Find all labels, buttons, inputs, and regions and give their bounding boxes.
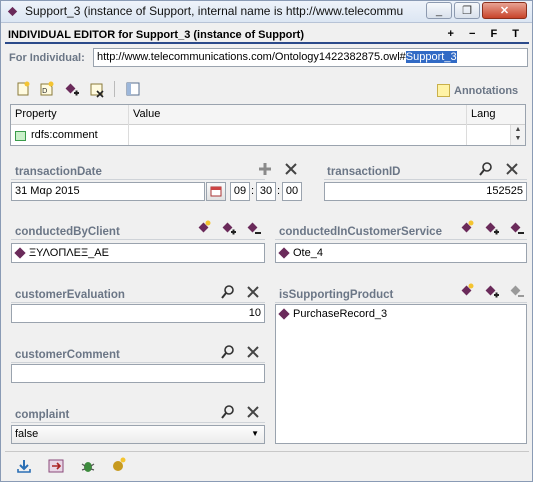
transaction-id-field[interactable]: 152525 (324, 182, 527, 201)
create-instance-multi-icon[interactable]: D (38, 80, 56, 98)
clear-icon[interactable] (245, 284, 261, 300)
column-header-lang[interactable]: Lang (471, 108, 495, 120)
note-icon (437, 84, 450, 97)
property-cell: rdfs:comment (31, 129, 98, 141)
for-individual-label: For Individual: (9, 52, 85, 64)
calendar-icon (210, 186, 222, 197)
search-icon[interactable] (478, 161, 494, 177)
add-icon[interactable] (484, 221, 500, 237)
list-item-label: Ote_4 (293, 247, 323, 259)
clear-icon[interactable] (245, 404, 261, 420)
divider (324, 179, 527, 180)
transaction-id-label: transactionID (327, 166, 401, 178)
list-item-label: ΞΥΛΟΠΛΕΞ_ΑΕ (29, 247, 109, 259)
create-instance-icon[interactable] (14, 80, 32, 98)
instance-icon (7, 6, 18, 17)
minute-field[interactable]: 30 (256, 182, 276, 201)
remove-icon[interactable] (246, 221, 262, 237)
individual-uri: http://www.telecommunications.com/Ontolo… (97, 51, 406, 63)
annotations-header: Annotations (437, 84, 518, 97)
instance-icon (14, 247, 26, 259)
window-title: Support_3 (instance of Support, internal… (25, 4, 404, 18)
divider (11, 422, 265, 423)
conducted-by-client-label: conductedByClient (15, 226, 120, 238)
remove-icon[interactable] (509, 284, 525, 300)
svg-text:D: D (42, 87, 47, 95)
title-bar: Support_3 (instance of Support, internal… (1, 1, 532, 23)
complaint-value: false (15, 428, 39, 440)
complaint-select[interactable]: false ▼ (11, 425, 265, 444)
add-instance-icon[interactable] (63, 81, 81, 99)
list-item[interactable]: ΞΥΛΟΠΛΕΞ_ΑΕ (14, 247, 109, 259)
second-field[interactable]: 00 (282, 182, 302, 201)
create-instance-icon[interactable] (196, 219, 212, 235)
clear-icon[interactable] (283, 161, 299, 177)
restore-button[interactable]: ❐ (454, 2, 480, 19)
close-button[interactable]: ✕ (482, 2, 527, 19)
split-view-icon[interactable] (124, 80, 142, 98)
divider (275, 302, 527, 303)
search-icon[interactable] (220, 404, 236, 420)
individual-name-selected: Support_3 (405, 51, 457, 63)
clear-icon[interactable] (504, 161, 520, 177)
time-separator: : (251, 185, 255, 197)
for-individual-field[interactable]: http://www.telecommunications.com/Ontolo… (93, 48, 528, 67)
export-icon[interactable] (16, 458, 32, 474)
is-supporting-product-label: isSupportingProduct (279, 289, 394, 301)
is-supporting-product-list[interactable]: PurchaseRecord_3 (275, 304, 527, 444)
hide-icon[interactable] (111, 456, 127, 472)
search-icon[interactable] (220, 284, 236, 300)
list-item[interactable]: Ote_4 (278, 247, 323, 259)
list-item[interactable]: PurchaseRecord_3 (278, 308, 388, 320)
add-icon[interactable] (221, 221, 237, 237)
table-header: Property Value Lang (11, 105, 525, 125)
individual-editor-window: Support_3 (instance of Support, internal… (0, 0, 533, 482)
customer-evaluation-field[interactable]: 10 (11, 304, 265, 323)
header-buttons[interactable]: + − F T (448, 28, 525, 40)
editor-title: INDIVIDUAL EDITOR for Support_3 (instanc… (8, 29, 304, 41)
annotations-label: Annotations (454, 84, 519, 97)
toolbar-divider (114, 81, 115, 97)
clear-icon[interactable] (245, 344, 261, 360)
remove-icon[interactable] (509, 221, 525, 237)
divider (11, 362, 265, 363)
transaction-date-field[interactable]: 31 Μαρ 2015 (11, 182, 205, 201)
column-header-value[interactable]: Value (133, 108, 160, 120)
time-separator: : (277, 185, 281, 197)
divider (11, 179, 265, 180)
divider (11, 239, 265, 240)
table-row[interactable]: rdfs:comment (11, 126, 509, 145)
customer-comment-field[interactable] (11, 364, 265, 383)
list-item-label: PurchaseRecord_3 (293, 308, 388, 320)
debug-icon[interactable] (80, 458, 96, 474)
instance-icon (278, 308, 290, 320)
instance-icon (278, 247, 290, 259)
bottom-divider (5, 451, 529, 452)
column-header-property[interactable]: Property (15, 108, 57, 120)
table-scrollbar[interactable]: ▲ ▼ (510, 125, 525, 145)
customer-comment-label: customerComment (15, 349, 120, 361)
divider (11, 302, 265, 303)
add-icon[interactable] (484, 284, 500, 300)
editor-header: INDIVIDUAL EDITOR for Support_3 (instanc… (5, 27, 529, 44)
search-icon[interactable] (220, 344, 236, 360)
annotation-property-icon (15, 131, 26, 141)
minimize-button[interactable]: _ (426, 2, 452, 19)
delete-instance-icon[interactable] (88, 81, 106, 99)
customer-evaluation-label: customerEvaluation (15, 289, 125, 301)
calendar-button[interactable] (206, 182, 226, 201)
annotations-table[interactable]: Property Value Lang rdfs:comment ▲ ▼ (10, 104, 526, 146)
transaction-date-label: transactionDate (15, 166, 102, 178)
conducted-by-client-list[interactable]: ΞΥΛΟΠΛΕΞ_ΑΕ (11, 243, 265, 263)
chevron-down-icon: ▼ (251, 429, 259, 438)
complaint-label: complaint (15, 409, 70, 421)
conducted-in-customer-service-label: conductedInCustomerService (279, 226, 442, 238)
create-instance-icon[interactable] (459, 282, 475, 298)
conducted-in-customer-service-list[interactable]: Ote_4 (275, 243, 527, 263)
create-instance-icon[interactable] (459, 219, 475, 235)
divider (275, 239, 527, 240)
add-icon[interactable] (257, 161, 273, 177)
convert-icon[interactable] (48, 458, 64, 474)
hour-field[interactable]: 09 (230, 182, 250, 201)
